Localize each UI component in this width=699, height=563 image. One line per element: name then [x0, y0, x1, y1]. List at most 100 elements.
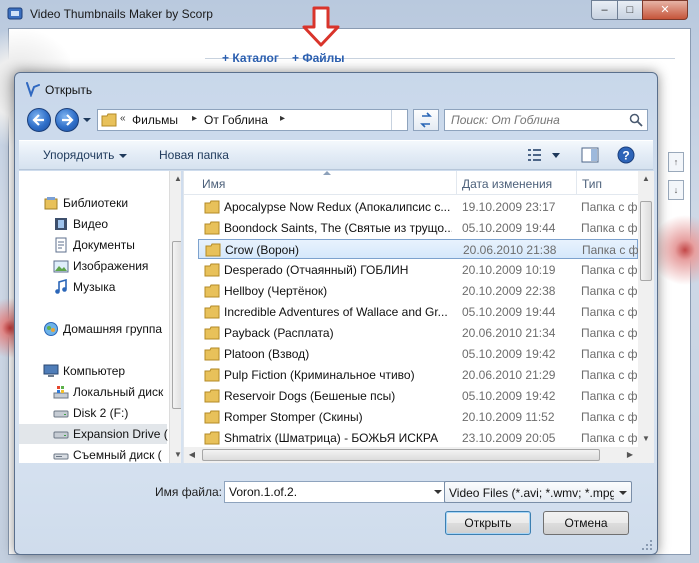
folder-icon: [204, 200, 220, 214]
file-row[interactable]: Boondock Saints, The (Святые из трущо...…: [198, 218, 638, 238]
scroll-up-button[interactable]: ▲: [170, 171, 181, 187]
resize-grip-icon[interactable]: [641, 539, 653, 551]
folder-icon: [204, 347, 220, 361]
nav-item-video[interactable]: Видео: [19, 214, 167, 234]
nav-item-disk-f[interactable]: Disk 2 (F:): [19, 403, 167, 423]
scroll-down-button[interactable]: ▼: [170, 447, 181, 463]
scroll-right-button[interactable]: ▶: [622, 447, 638, 463]
file-type: Папка с ф: [581, 368, 637, 382]
file-type-filter-select[interactable]: Video Files (*.avi; *.wmv; *.mpg: [444, 481, 632, 503]
file-row[interactable]: Reservoir Dogs (Бешеные псы) 05.10.2009 1…: [198, 386, 638, 406]
breadcrumb-separator[interactable]: ▸: [280, 113, 285, 124]
search-input[interactable]: [445, 110, 625, 130]
file-date-modified: 05.10.2009 19:44: [462, 305, 556, 319]
file-date-modified: 20.10.2009 10:19: [462, 263, 556, 277]
maximize-button[interactable]: □: [617, 0, 643, 20]
nav-item-removable-disk[interactable]: Съемный диск (: [19, 445, 167, 463]
breadcrumb-separator[interactable]: ▸: [192, 113, 197, 124]
file-row[interactable]: Romper Stomper (Скины) 20.10.2009 11:52 Па…: [198, 407, 638, 427]
file-row[interactable]: Apocalypse Now Redux (Апокалипсис с... 19…: [198, 197, 638, 217]
nav-item-computer[interactable]: Компьютер: [19, 361, 167, 381]
move-down-button[interactable]: ↓: [668, 180, 684, 200]
open-button[interactable]: Открыть: [445, 511, 531, 535]
navigation-pane: Библиотеки Видео Документы Изображения М…: [19, 171, 181, 463]
file-row[interactable]: Platoon (Взвод) 05.10.2009 19:42 Папка с ф: [198, 344, 638, 364]
nav-item-libraries[interactable]: Библиотеки: [19, 193, 167, 213]
file-row[interactable]: Hellboy (Чертёнок) 20.10.2009 22:38 Папка …: [198, 281, 638, 301]
app-decoration-right: [655, 200, 699, 300]
address-chevron[interactable]: «: [120, 113, 126, 124]
video-library-icon: [55, 218, 67, 230]
forward-button[interactable]: [55, 108, 79, 132]
file-list-vertical-scrollbar[interactable]: ▲ ▼: [638, 171, 654, 447]
files-link[interactable]: + Файлы: [292, 51, 345, 65]
file-type: Папка с ф: [581, 284, 637, 298]
help-icon[interactable]: ?: [617, 146, 635, 164]
new-folder-button[interactable]: Новая папка: [159, 148, 229, 162]
filename-combobox[interactable]: [224, 481, 445, 503]
scroll-down-button[interactable]: ▼: [638, 431, 654, 447]
column-header-date[interactable]: Дата изменения: [462, 177, 552, 191]
file-row[interactable]: Crow (Ворон) 20.06.2010 21:38 Папка с ф: [198, 239, 638, 259]
file-row[interactable]: Pulp Fiction (Криминальное чтиво) 20.06.2…: [198, 365, 638, 385]
nav-item-documents[interactable]: Документы: [19, 235, 167, 255]
file-row[interactable]: Desperado (Отчаянный) ГОБЛИН 20.10.2009 1…: [198, 260, 638, 280]
file-name: Shmatrix (Шматрица) - БОЖЬЯ ИСКРА: [224, 431, 439, 445]
breadcrumb-films[interactable]: Фильмы: [132, 113, 178, 127]
back-button[interactable]: [27, 108, 51, 132]
recent-pages-dropdown-icon[interactable]: [82, 115, 92, 125]
open-file-dialog: Открыть « Фильмы ▸ От Гоблина ▸ Упорядоч…: [14, 72, 658, 555]
view-list-icon[interactable]: [527, 147, 545, 163]
file-date-modified: 20.06.2010 21:38: [463, 243, 557, 257]
folder-icon: [204, 431, 220, 445]
folder-icon: [204, 305, 220, 319]
cancel-button[interactable]: Отмена: [543, 511, 629, 535]
scrollbar-thumb[interactable]: [172, 241, 181, 409]
file-type: Папка с ф: [581, 347, 637, 361]
arrow-right-icon: [62, 114, 74, 126]
nav-item-pictures[interactable]: Изображения: [19, 256, 167, 276]
scroll-up-button[interactable]: ▲: [638, 171, 654, 187]
navigation-scrollbar[interactable]: ▲ ▼: [169, 171, 181, 463]
column-divider[interactable]: [456, 171, 457, 195]
scrollbar-thumb[interactable]: [202, 449, 600, 461]
nav-item-expansion-drive[interactable]: Expansion Drive (: [19, 424, 168, 444]
move-up-button[interactable]: ↑: [668, 152, 684, 172]
scrollbar-thumb[interactable]: [640, 201, 652, 281]
file-name: Crow (Ворон): [225, 243, 299, 257]
address-dropdown-button[interactable]: [391, 110, 407, 130]
view-options-dropdown-icon[interactable]: [551, 152, 561, 160]
catalog-link[interactable]: + Каталог: [222, 51, 279, 65]
column-header-name[interactable]: Имя: [202, 177, 225, 191]
arrow-left-icon: [32, 114, 44, 126]
file-type-filter-value: Video Files (*.avi; *.wmv; *.mpg: [449, 486, 614, 500]
nav-item-music[interactable]: Музыка: [19, 277, 167, 297]
app-titlebar[interactable]: Video Thumbnails Maker by Scorp ‒ □ ✕: [0, 0, 699, 28]
file-row[interactable]: Shmatrix (Шматрица) - БОЖЬЯ ИСКРА 23.10.2…: [198, 428, 638, 448]
file-type: Папка с ф: [581, 263, 637, 277]
organize-button[interactable]: Упорядочить: [43, 148, 128, 162]
folder-icon: [205, 243, 221, 257]
column-header-type[interactable]: Тип: [582, 177, 602, 191]
search-icon[interactable]: [629, 113, 643, 127]
chevron-down-icon: [119, 153, 128, 158]
close-button[interactable]: ✕: [642, 0, 688, 20]
chevron-down-icon[interactable]: [434, 490, 442, 494]
pictures-library-icon: [53, 260, 69, 273]
file-row[interactable]: Incredible Adventures of Wallace and Gr.…: [198, 302, 638, 322]
refresh-button[interactable]: [413, 109, 439, 131]
filename-input[interactable]: [225, 482, 425, 502]
file-list-horizontal-scrollbar[interactable]: ◀ ▶: [184, 447, 638, 463]
address-bar[interactable]: « Фильмы ▸ От Гоблина ▸: [97, 109, 408, 131]
minimize-button[interactable]: ‒: [591, 0, 618, 20]
column-divider[interactable]: [576, 171, 577, 195]
preview-pane-icon[interactable]: [581, 147, 599, 163]
scroll-left-button[interactable]: ◀: [184, 447, 200, 463]
nav-item-homegroup[interactable]: Домашняя группа: [19, 319, 167, 339]
file-date-modified: 05.10.2009 19:44: [462, 221, 556, 235]
search-box[interactable]: [444, 109, 648, 131]
file-row[interactable]: Payback (Расплата) 20.06.2010 21:34 Папка …: [198, 323, 638, 343]
file-name: Platoon (Взвод): [224, 347, 310, 361]
breadcrumb-goblin[interactable]: От Гоблина: [204, 113, 268, 127]
nav-item-local-disk[interactable]: Локальный диск: [19, 382, 167, 402]
